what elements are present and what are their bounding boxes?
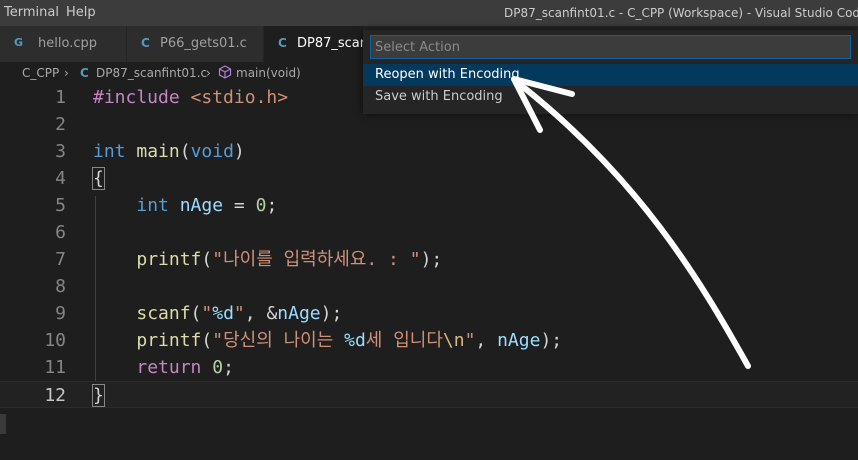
- code-line[interactable]: 4 {: [0, 165, 858, 192]
- token-keyword: return: [136, 357, 202, 378]
- line-number: 8: [55, 276, 66, 297]
- token-brace: {: [92, 167, 105, 190]
- cube-icon: [218, 65, 232, 82]
- menu-help[interactable]: Help: [66, 5, 96, 20]
- token-type: void: [190, 141, 234, 162]
- code-line[interactable]: 11 return 0;: [0, 354, 858, 381]
- line-number: 1: [55, 87, 66, 108]
- c-file-icon: C: [141, 36, 150, 50]
- tab-label: P66_gets01.c: [160, 36, 247, 51]
- token-include-path: <stdio.h>: [190, 87, 289, 108]
- token-punctuation: );: [540, 330, 563, 351]
- code-line[interactable]: 10 printf("당신의 나이는 %d세 입니다\n", nAge);: [0, 327, 858, 354]
- token-string: 세 입니다: [365, 330, 443, 351]
- tab-p66-gets01[interactable]: C P66_gets01.c: [127, 26, 264, 62]
- token-function: printf: [136, 330, 202, 351]
- code-line[interactable]: 9 scanf("%d", &nAge);: [0, 300, 858, 327]
- scroll-indicator: [0, 414, 6, 434]
- chevron-right-icon: ›: [64, 66, 69, 80]
- code-editor[interactable]: 1 #include <stdio.h> 2 3 int main(void) …: [0, 84, 858, 460]
- code-line[interactable]: 5 int nAge = 0;: [0, 192, 858, 219]
- token-format-specifier: %d: [344, 330, 366, 351]
- token-number: 0: [212, 357, 224, 378]
- quick-pick-dropdown: Reopen with Encoding Save with Encoding: [363, 30, 858, 114]
- line-number: 11: [44, 357, 66, 378]
- menu-terminal[interactable]: Terminal: [4, 5, 59, 20]
- line-number: 2: [55, 114, 66, 135]
- chevron-right-icon: ›: [206, 66, 211, 80]
- token-function: main: [136, 141, 180, 162]
- code-line-current[interactable]: 12 }: [0, 381, 858, 408]
- token-semicolon: ;: [223, 357, 234, 378]
- line-number: 12: [44, 385, 66, 406]
- code-line[interactable]: 3 int main(void): [0, 138, 858, 165]
- window-title: DP87_scanfint01.c - C_CPP (Workspace) - …: [504, 6, 858, 20]
- token-punctuation: );: [320, 303, 343, 324]
- token-string: ": [233, 303, 245, 324]
- token-variable: nAge: [179, 195, 224, 216]
- code-line[interactable]: 7 printf("나이를 입력하세요. : ");: [0, 246, 858, 273]
- token-variable: nAge: [497, 330, 541, 351]
- token-function: scanf: [136, 303, 191, 324]
- token-variable: nAge: [277, 303, 321, 324]
- breadcrumb-file[interactable]: DP87_scanfint01.c: [96, 66, 207, 80]
- quick-pick-item-reopen-with-encoding[interactable]: Reopen with Encoding: [363, 64, 858, 86]
- token-string: ": [464, 330, 476, 351]
- quick-pick-item-save-with-encoding[interactable]: Save with Encoding: [363, 86, 858, 108]
- token-paren: (: [179, 141, 191, 162]
- code-line[interactable]: 2: [0, 111, 858, 138]
- token-brace: }: [92, 384, 105, 407]
- token-paren: (: [201, 249, 213, 270]
- line-number: 10: [44, 330, 66, 351]
- tab-label: DP87_scanfi: [297, 36, 363, 51]
- line-number: 4: [55, 168, 66, 189]
- token-number: 0: [255, 195, 267, 216]
- breadcrumb-folder[interactable]: C_CPP: [22, 66, 59, 80]
- code-line[interactable]: 6: [0, 219, 858, 246]
- token-type: int: [136, 195, 169, 216]
- token-string: ": [201, 303, 213, 324]
- token-type: int: [93, 141, 126, 162]
- c-file-icon: C: [80, 66, 89, 80]
- tab-dp87-scanfint01[interactable]: C DP87_scanfi: [264, 26, 364, 62]
- token-format-specifier: %d: [212, 303, 234, 324]
- line-number: 3: [55, 141, 66, 162]
- title-bar: Terminal Help DP87_scanfint01.c - C_CPP …: [0, 0, 858, 26]
- token-escape: \n: [442, 330, 465, 351]
- token-paren: (: [201, 330, 213, 351]
- token-paren: ): [233, 141, 245, 162]
- quick-pick-item-label: Reopen with Encoding: [375, 67, 520, 82]
- tab-label: hello.cpp: [38, 36, 97, 51]
- line-number: 6: [55, 222, 66, 243]
- cpp-file-icon: G: [14, 36, 24, 49]
- c-file-icon: C: [278, 36, 287, 50]
- token-punctuation: , &: [244, 303, 278, 324]
- token-string: "나이를 입력하세요. : ": [212, 249, 421, 270]
- select-action-input[interactable]: [370, 35, 851, 59]
- token-operator: =: [223, 195, 256, 216]
- quick-pick-item-label: Save with Encoding: [375, 89, 503, 104]
- line-number: 5: [55, 195, 66, 216]
- code-line[interactable]: 8: [0, 273, 858, 300]
- breadcrumb-symbol[interactable]: main(void): [236, 66, 301, 80]
- token-semicolon: ;: [266, 195, 278, 216]
- token-directive: #include: [93, 87, 180, 108]
- token-string: "당신의 나이는: [212, 330, 345, 351]
- token-punctuation: ,: [475, 330, 498, 351]
- token-paren: (: [190, 303, 202, 324]
- tab-hello-cpp[interactable]: G hello.cpp: [0, 26, 127, 62]
- token-punctuation: );: [420, 249, 443, 270]
- line-number: 9: [55, 303, 66, 324]
- token-function: printf: [136, 249, 202, 270]
- line-number: 7: [55, 249, 66, 270]
